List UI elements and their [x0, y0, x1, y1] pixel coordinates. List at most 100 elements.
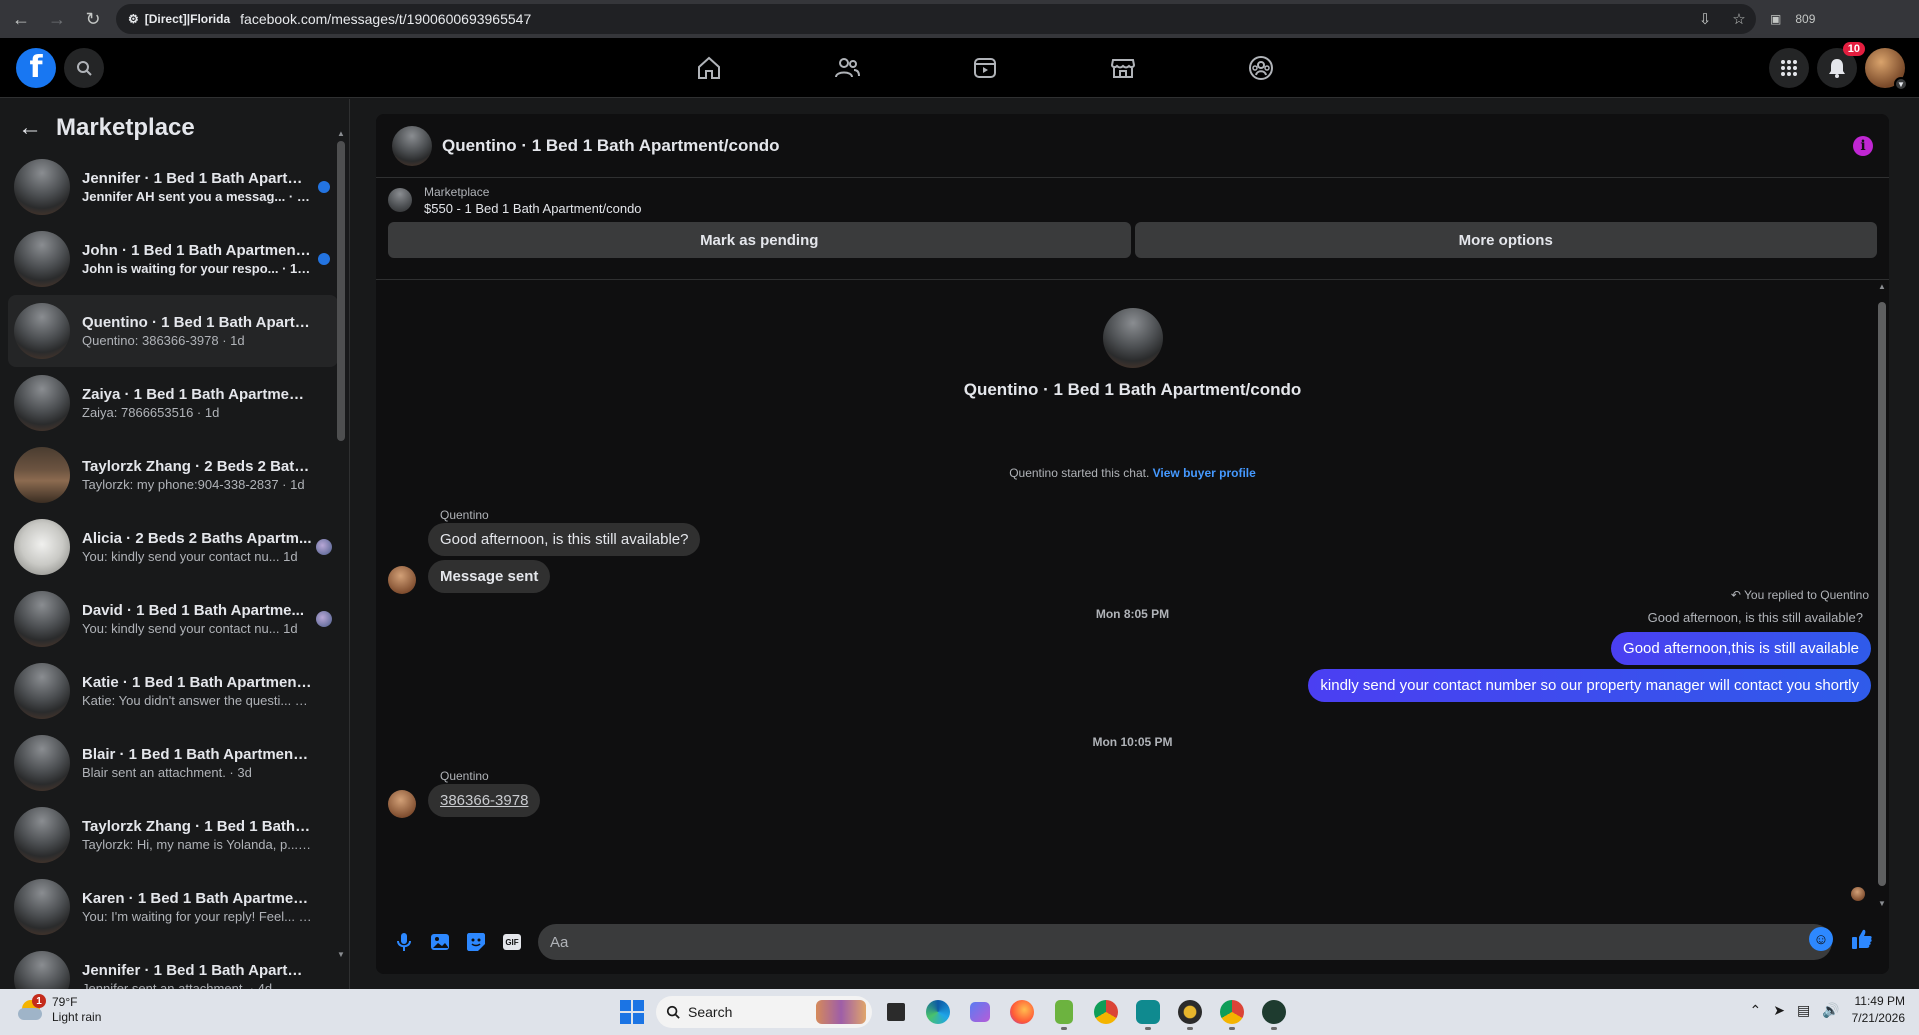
task-view-icon[interactable] — [878, 994, 914, 1030]
app-s-icon[interactable] — [1130, 994, 1166, 1030]
sender-avatar[interactable] — [388, 566, 416, 594]
menu-grid-icon[interactable] — [1769, 48, 1809, 88]
reply-quote[interactable]: Good afternoon, is this still available? — [1648, 610, 1863, 625]
listing-title: $550 - 1 Bed 1 Bath Apartment/condo — [424, 200, 642, 216]
groups-icon[interactable] — [1192, 38, 1330, 98]
tab-search-icon[interactable]: ▣ — [1770, 12, 1781, 26]
system-clock[interactable]: 11:49 PM 7/21/2026 — [1852, 993, 1905, 1027]
info-icon[interactable]: i — [1853, 136, 1873, 156]
windows-start-icon[interactable] — [614, 994, 650, 1030]
notepad-app-icon[interactable] — [1046, 994, 1082, 1030]
outgoing-message[interactable]: kindly send your contact number so our p… — [1308, 669, 1871, 702]
chat-started-note: Quentino started this chat. View buyer p… — [376, 466, 1889, 480]
conversation-name: Taylorzk Zhang · 2 Beds 2 Baths ... — [82, 458, 312, 475]
counter-app-icon[interactable] — [1256, 994, 1292, 1030]
weather-cloud-sun-icon: 1 — [16, 994, 46, 1024]
conversation-item[interactable]: Quentino · 1 Bed 1 Bath Apartm... Quentin… — [8, 295, 338, 367]
location-arrow-icon[interactable]: ➤ — [1773, 1002, 1785, 1019]
photo-icon[interactable] — [422, 924, 458, 960]
unread-dot — [318, 253, 330, 265]
chevron-up-icon[interactable]: ⌃ — [1749, 1002, 1761, 1019]
reply-arrow-icon: ↶ — [1730, 588, 1741, 602]
emoji-icon[interactable]: ☺ — [1809, 927, 1833, 951]
scroll-up-arrow-icon[interactable]: ▲ — [1877, 282, 1887, 291]
conversation-item[interactable]: Karen · 1 Bed 1 Bath Apartment/... You: I… — [8, 871, 338, 943]
sticker-icon[interactable] — [458, 924, 494, 960]
app-x-icon[interactable] — [1172, 994, 1208, 1030]
conversation-item[interactable]: Taylorzk Zhang · 1 Bed 1 Bath Ap... Taylo… — [8, 799, 338, 871]
conversation-item[interactable]: Jennifer · 1 Bed 1 Bath Apartm... Jennife… — [8, 151, 338, 223]
thread-scrollbar[interactable]: ▲ ▼ — [1877, 280, 1887, 910]
scrollbar-thumb[interactable] — [337, 141, 345, 441]
listing-summary[interactable]: Marketplace $550 - 1 Bed 1 Bath Apartmen… — [376, 178, 1889, 222]
conversation-avatar — [14, 303, 70, 359]
scroll-up-arrow-icon[interactable]: ▲ — [337, 129, 345, 138]
weather-widget[interactable]: 1 79°F Light rain — [16, 994, 101, 1025]
site-chip-label: [Direct]|Florida — [144, 12, 231, 26]
more-options-button[interactable]: More options — [1134, 222, 1877, 258]
incoming-message[interactable]: Good afternoon, is this still available? — [428, 523, 701, 556]
message-input[interactable] — [538, 924, 1832, 960]
site-info-chip[interactable]: ⚙ [Direct]|Florida — [128, 12, 240, 26]
snipping-tool-icon[interactable] — [962, 994, 998, 1030]
conversation-snippet: Taylorzk: my phone:904-338-2837 · 1d — [82, 477, 305, 492]
sender-name: Quentino — [440, 769, 489, 783]
account-avatar[interactable]: ▼ — [1865, 48, 1908, 91]
edge-browser-icon[interactable] — [920, 994, 956, 1030]
scrollbar-thumb[interactable] — [1878, 302, 1886, 886]
conversation-item[interactable]: John · 1 Bed 1 Bath Apartment... John is … — [8, 223, 338, 295]
conversation-snippet: You: I'm waiting for your reply! Feel...… — [82, 909, 312, 924]
search-icon[interactable] — [64, 47, 104, 88]
back-arrow-icon[interactable]: ← — [18, 114, 42, 142]
watch-icon[interactable] — [916, 38, 1054, 98]
conversation-item[interactable]: Jennifer · 1 Bed 1 Bath Apartmen... Jenni… — [8, 943, 338, 989]
conversation-item[interactable]: Taylorzk Zhang · 2 Beds 2 Baths ... Taylo… — [8, 439, 338, 511]
conversation-name: Jennifer · 1 Bed 1 Bath Apartm... — [82, 170, 312, 187]
forward-arrow-icon[interactable]: → — [42, 4, 72, 34]
conversation-item[interactable]: Alicia · 2 Beds 2 Baths Apartm... You: ki… — [8, 511, 338, 583]
conversation-item[interactable]: Zaiya · 1 Bed 1 Bath Apartment/c... Zaiya… — [8, 367, 338, 439]
sidebar-scrollbar[interactable]: ▲ ▼ — [337, 129, 345, 959]
conversation-snippet: You: kindly send your contact nu... 1d — [82, 549, 298, 564]
back-arrow-icon[interactable]: ← — [6, 4, 36, 34]
chrome-icon[interactable] — [1088, 994, 1124, 1030]
chat-avatar[interactable] — [392, 125, 432, 166]
thumbs-up-icon[interactable] — [1847, 924, 1877, 954]
notifications-bell-icon[interactable]: 10 — [1817, 42, 1865, 88]
conversation-snippet: Jennifer AH sent you a messag... · 14h — [82, 189, 312, 204]
gif-icon[interactable]: GIF — [494, 924, 530, 960]
sender-avatar[interactable] — [388, 790, 416, 818]
marketplace-icon[interactable] — [1054, 38, 1192, 98]
chat-title[interactable]: Quentino · 1 Bed 1 Bath Apartment/condo — [442, 136, 780, 156]
conversation-name: Blair · 1 Bed 1 Bath Apartment/c... — [82, 746, 312, 763]
conversation-item[interactable]: Blair · 1 Bed 1 Bath Apartment/c... Blair… — [8, 727, 338, 799]
mark-as-pending-button[interactable]: Mark as pending — [388, 222, 1131, 258]
chrome-profile-icon[interactable] — [1214, 994, 1250, 1030]
conversation-snippet: Quentino: 386366-3978 · 1d — [82, 333, 245, 348]
scroll-down-arrow-icon[interactable]: ▼ — [337, 950, 345, 959]
install-app-icon[interactable]: ⇩ — [1688, 10, 1722, 28]
facebook-logo[interactable]: f — [16, 47, 56, 88]
reload-icon[interactable]: ↻ — [78, 4, 108, 34]
incoming-message[interactable]: Message sent — [428, 560, 551, 593]
conversation-list: Jennifer · 1 Bed 1 Bath Apartm... Jennife… — [8, 151, 338, 989]
outgoing-message[interactable]: Good afternoon,this is still available — [1611, 632, 1871, 665]
conversation-item[interactable]: Katie · 1 Bed 1 Bath Apartment/c... Katie… — [8, 655, 338, 727]
view-buyer-profile-link[interactable]: View buyer profile — [1153, 466, 1256, 480]
extension-counter[interactable]: 809 — [1795, 12, 1815, 26]
firefox-icon[interactable] — [1004, 994, 1040, 1030]
volume-icon[interactable]: 🔊 — [1822, 1002, 1839, 1019]
network-icon[interactable]: ▤ — [1797, 1002, 1810, 1019]
microphone-icon[interactable] — [386, 924, 422, 960]
address-bar[interactable]: ⚙ [Direct]|Florida facebook.com/messages… — [116, 4, 1756, 34]
bookmark-star-icon[interactable]: ☆ — [1722, 10, 1756, 28]
conversation-item[interactable]: David · 1 Bed 1 Bath Apartme... You: kind… — [8, 583, 338, 655]
home-icon[interactable] — [640, 38, 778, 98]
friends-icon[interactable] — [778, 38, 916, 98]
scroll-down-arrow-icon[interactable]: ▼ — [1877, 899, 1887, 908]
incoming-message[interactable]: 386366-3978 — [428, 784, 541, 817]
profile-avatar[interactable] — [1102, 308, 1163, 368]
taskbar-search[interactable]: Search — [656, 996, 872, 1028]
conversation-snippet: Taylorzk: Hi, my name is Yolanda, p... ·… — [82, 837, 312, 852]
conversation-avatar — [14, 879, 70, 935]
